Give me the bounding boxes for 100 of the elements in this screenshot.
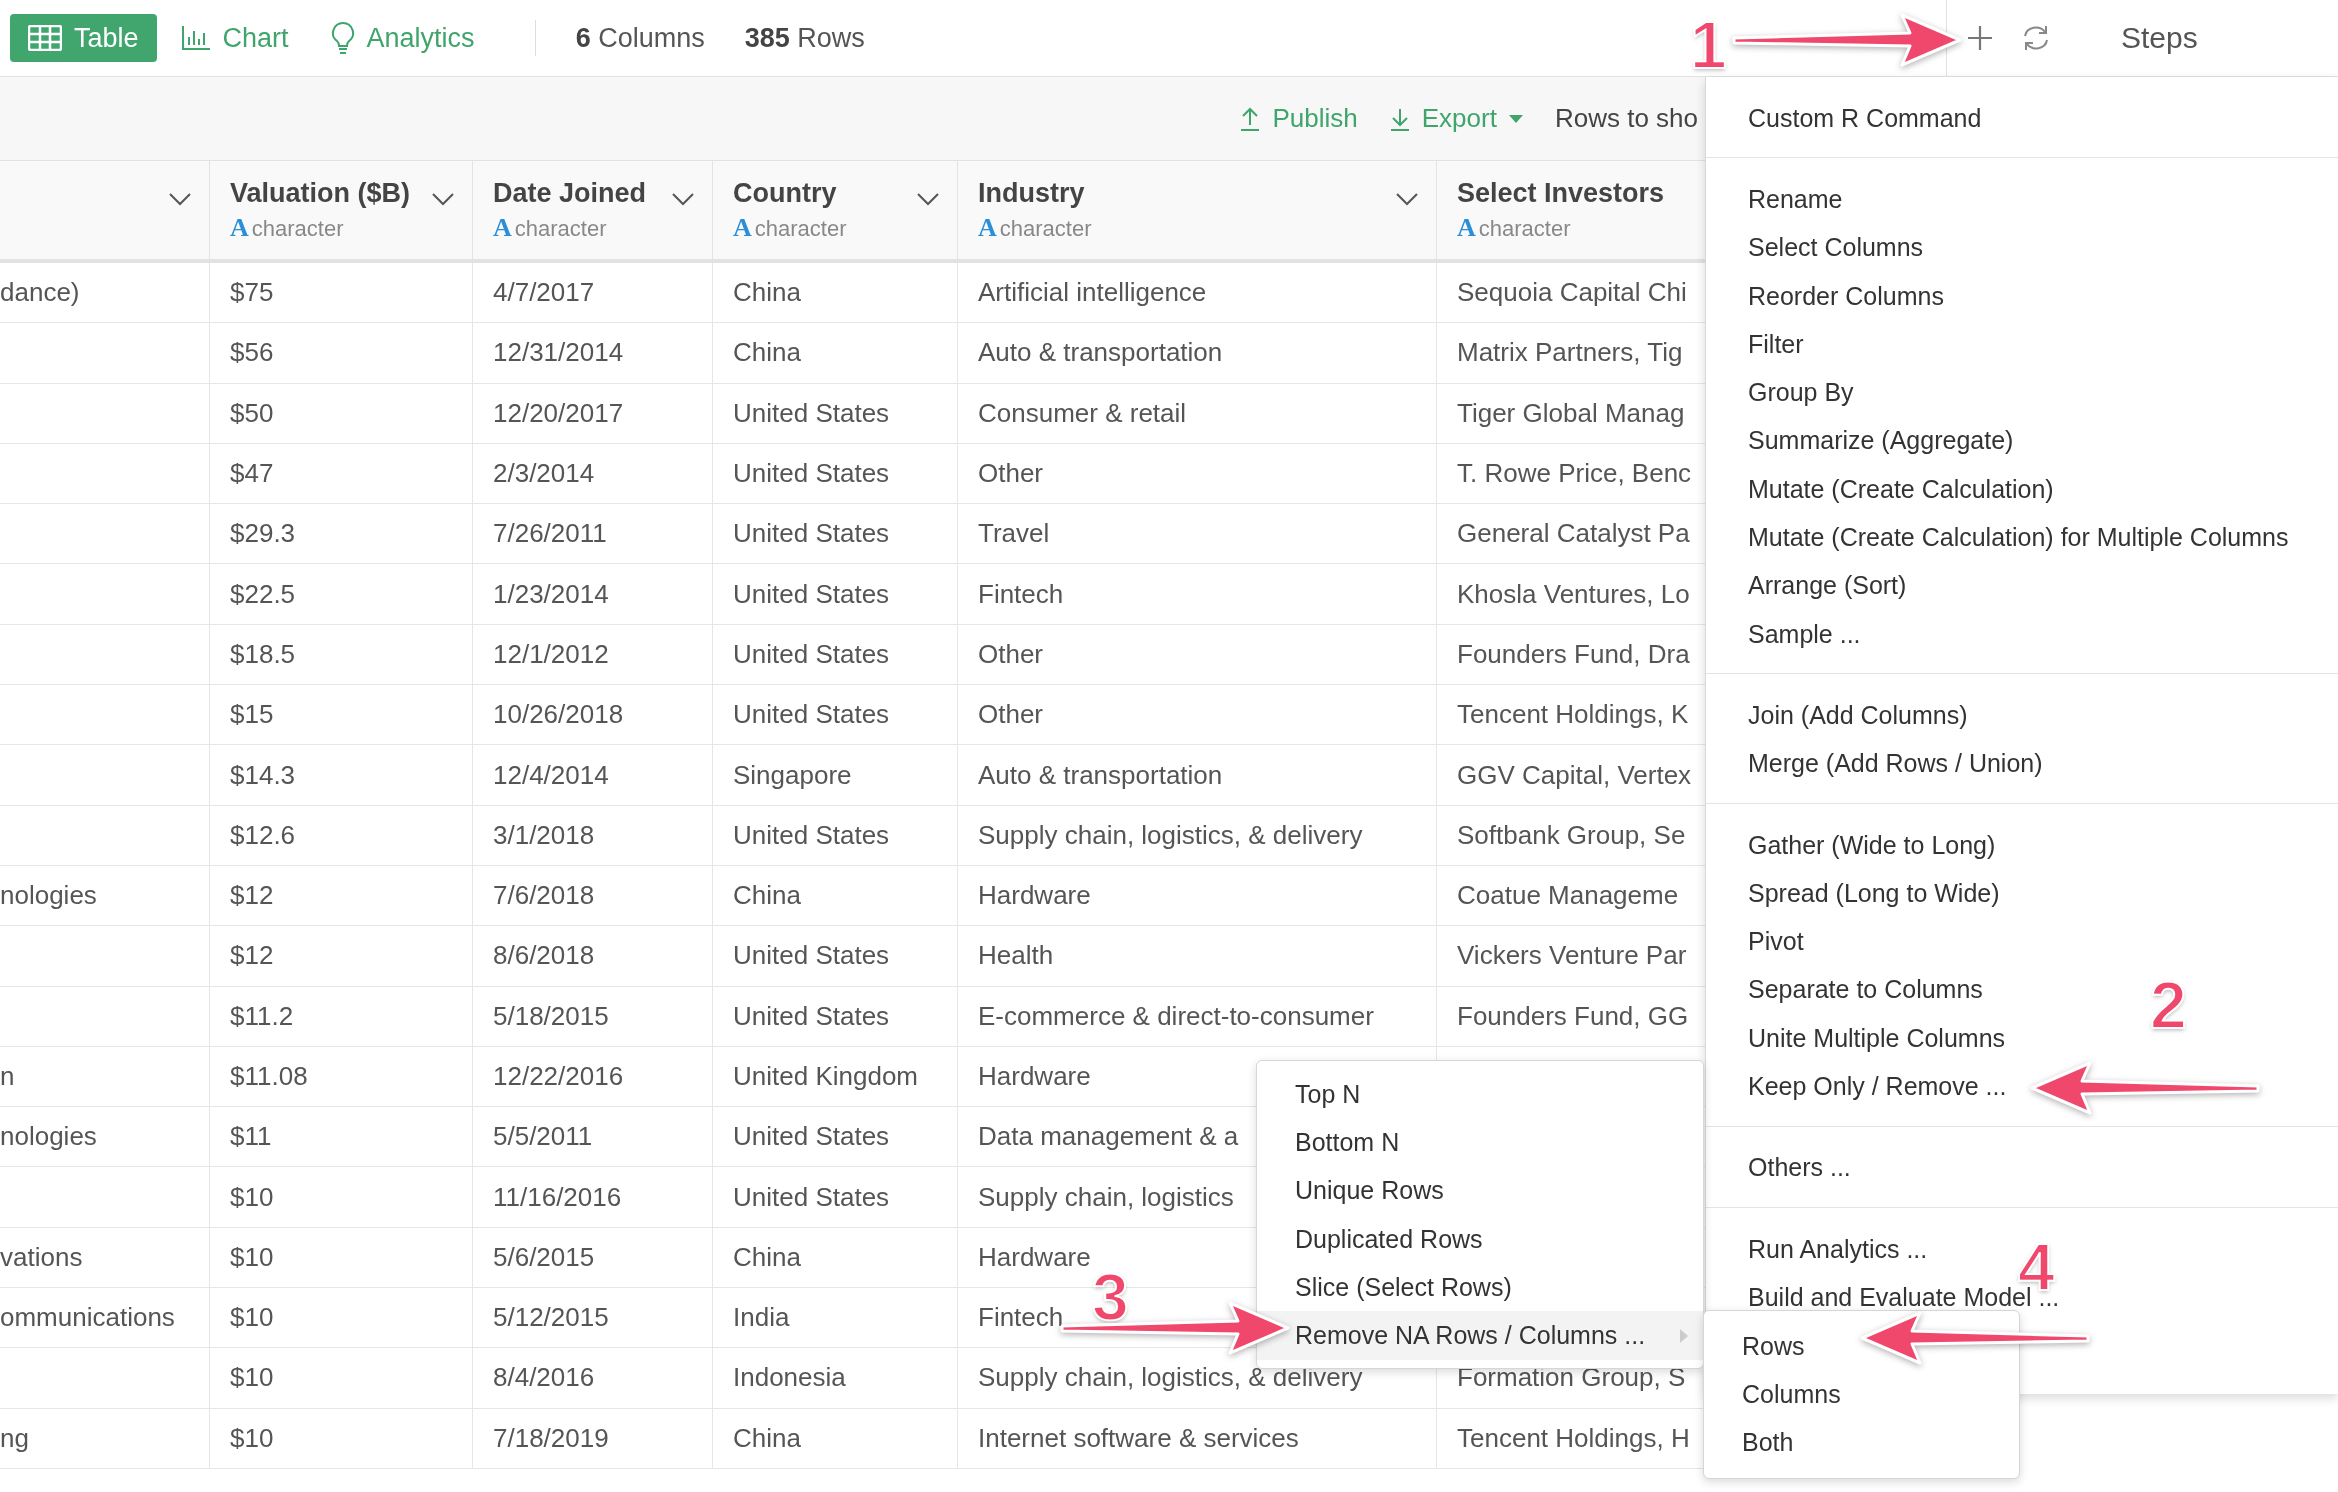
- menu-item[interactable]: Rename: [1706, 175, 1849, 224]
- table-cell: GGV Capital, Vertex: [1457, 759, 1692, 791]
- table-cell: Health: [978, 940, 1054, 972]
- menu-item[interactable]: Run Analytics ...: [1706, 1224, 1934, 1274]
- menu-item[interactable]: Unite Multiple Columns: [1706, 1014, 2012, 1063]
- table-cell: n: [0, 1061, 15, 1092]
- menu-item[interactable]: Merge (Add Rows / Union): [1706, 739, 2049, 788]
- table-cell: Artificial intelligence: [978, 277, 1207, 309]
- table-cell: $11.08: [230, 1061, 308, 1092]
- upload-icon: [1240, 106, 1261, 131]
- menu-item[interactable]: Columns: [1704, 1370, 2019, 1419]
- menu-item[interactable]: Remove NA Rows / Columns ...: [1257, 1311, 1703, 1360]
- column-header[interactable]: Date Joined Acharacter: [473, 161, 713, 259]
- menu-item[interactable]: Bottom N: [1257, 1118, 1703, 1167]
- column-type: character: [999, 215, 1092, 242]
- type-glyph: A: [978, 212, 997, 243]
- menu-item[interactable]: Both: [1704, 1418, 2019, 1467]
- menu-item[interactable]: Unique Rows: [1257, 1166, 1703, 1215]
- table-cell: 12/22/2016: [493, 1061, 624, 1092]
- column-title: Industry: [978, 177, 1085, 208]
- menu-item[interactable]: Summarize (Aggregate): [1706, 416, 2020, 466]
- table-cell: Fintech: [978, 1302, 1064, 1334]
- menu-item[interactable]: Sample ...: [1706, 609, 1867, 659]
- menu-item[interactable]: Duplicated Rows: [1257, 1214, 1703, 1264]
- menu-item[interactable]: Mutate (Create Calculation): [1706, 465, 2060, 514]
- caret-down-icon: [1508, 113, 1523, 124]
- menu-item[interactable]: Separate to Columns: [1706, 965, 1989, 1015]
- menu-item[interactable]: Rows: [1704, 1322, 2019, 1371]
- table-cell: 8/6/2018: [493, 940, 595, 972]
- type-glyph: A: [493, 212, 512, 243]
- table-cell: nologies: [0, 880, 97, 912]
- chevron-down-icon: [672, 192, 694, 206]
- menu-item[interactable]: Keep Only / Remove ...: [1706, 1062, 2013, 1111]
- menu-item[interactable]: Arrange (Sort): [1706, 561, 1913, 610]
- column-count: 6 Columns: [575, 22, 705, 54]
- table-cell: 2/3/2014: [493, 458, 595, 490]
- table-cell: Hardware: [978, 1061, 1091, 1092]
- menu-item[interactable]: Filter: [1706, 320, 1810, 369]
- table-cell: Supply chain, logistics, & delivery: [978, 819, 1363, 851]
- row-count: 385 Rows: [744, 22, 865, 54]
- table-cell: Tiger Global Manag: [1457, 397, 1685, 429]
- menu-item[interactable]: Join (Add Columns): [1706, 691, 1974, 740]
- table-cell: 12/4/2014: [493, 759, 609, 791]
- menu-item[interactable]: Top N: [1257, 1070, 1703, 1119]
- table-cell: 12/1/2012: [493, 638, 609, 670]
- menu-item[interactable]: Spread (Long to Wide): [1706, 869, 2006, 918]
- column-title: Date Joined: [493, 177, 647, 208]
- download-icon: [1389, 106, 1410, 131]
- table-cell: China: [733, 1422, 801, 1454]
- table-cell: United States: [733, 638, 890, 670]
- menu-item[interactable]: Others ...: [1706, 1143, 1857, 1192]
- table-cell: China: [733, 880, 801, 912]
- column-header[interactable]: Industry Acharacter: [958, 161, 1437, 259]
- table-cell: Hardware: [978, 880, 1091, 912]
- table-cell: Other: [978, 638, 1044, 670]
- table-cell: Auto & transportation: [978, 759, 1223, 791]
- chevron-down-icon: [917, 192, 939, 206]
- column-type: character: [754, 215, 847, 242]
- column-header[interactable]: Country Acharacter: [713, 161, 958, 259]
- column-title: Country: [733, 177, 837, 208]
- table-cell: $10: [230, 1302, 274, 1334]
- column-header[interactable]: Valuation ($B) Acharacter: [210, 161, 473, 259]
- table-cell: $12: [230, 940, 274, 972]
- refresh-icon[interactable]: [2021, 24, 2051, 52]
- table-cell: Founders Fund, Dra: [1457, 638, 1690, 670]
- table-cell: United States: [733, 940, 890, 972]
- menu-item[interactable]: Slice (Select Rows): [1257, 1263, 1703, 1312]
- menu-item[interactable]: Group By: [1706, 368, 1860, 417]
- table-cell: China: [733, 277, 801, 309]
- table-cell: United States: [733, 458, 890, 490]
- table-cell: Coatue Manageme: [1457, 880, 1679, 912]
- table-cell: $10: [230, 1362, 274, 1394]
- menu-item[interactable]: Mutate (Create Calculation) for Multiple Columns: [1706, 513, 2295, 562]
- table-cell: 8/4/2016: [493, 1362, 595, 1394]
- table-cell: India: [733, 1302, 790, 1334]
- table-cell: 12/31/2014: [493, 337, 624, 369]
- table-cell: United States: [733, 1181, 890, 1213]
- table-cell: United Kingdom: [733, 1061, 918, 1092]
- table-cell: United States: [733, 1121, 890, 1153]
- table-cell: Supply chain, logistics, & delivery: [978, 1362, 1363, 1394]
- table-cell: $12.6: [230, 819, 296, 851]
- table-cell: $18.5: [230, 638, 296, 670]
- table-cell: $12: [230, 880, 274, 912]
- menu-item[interactable]: Reorder Columns: [1706, 271, 1950, 321]
- menu-item[interactable]: Gather (Wide to Long): [1706, 820, 2002, 870]
- menu-item[interactable]: Pivot: [1706, 917, 1810, 966]
- table-cell: Tencent Holdings, H: [1457, 1422, 1690, 1454]
- steps-title: Steps: [2121, 21, 2198, 55]
- table-cell: 5/5/2011: [493, 1121, 593, 1153]
- table-cell: Other: [978, 458, 1044, 490]
- table-cell: Tencent Holdings, K: [1457, 699, 1689, 731]
- table-cell: $75: [230, 277, 274, 309]
- table-cell: $47: [230, 458, 274, 490]
- table-cell: vations: [0, 1241, 83, 1273]
- table-cell: 1/23/2014: [493, 578, 609, 610]
- add-icon[interactable]: [1967, 25, 1993, 51]
- menu-item[interactable]: Custom R Command: [1706, 94, 1988, 143]
- table-cell: dance): [0, 277, 80, 309]
- bar-chart-icon: [180, 25, 211, 51]
- table-cell: E-commerce & direct-to-consumer: [978, 1000, 1374, 1032]
